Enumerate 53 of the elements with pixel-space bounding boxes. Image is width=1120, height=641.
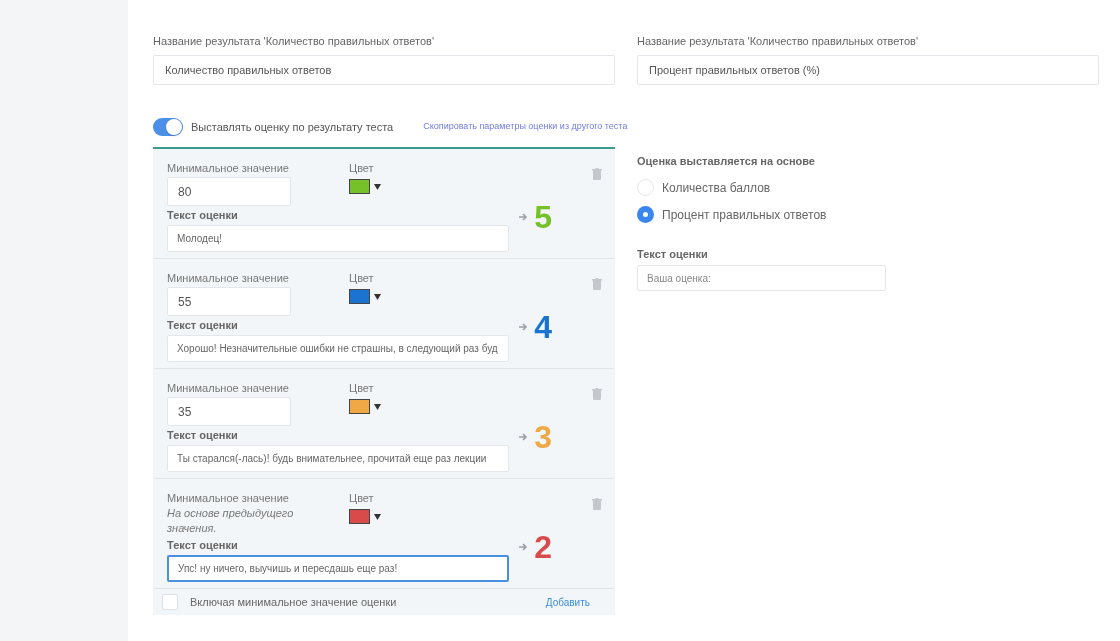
color-swatch[interactable] bbox=[349, 179, 370, 194]
color-swatch[interactable] bbox=[349, 509, 370, 524]
toggle-label: Выставлять оценку по результату теста bbox=[191, 119, 394, 135]
grade-number: 3 bbox=[534, 419, 552, 454]
color-label: Цвет bbox=[349, 161, 375, 175]
copy-settings-link[interactable]: Скопировать параметры оценки из другого теста bbox=[423, 120, 628, 134]
min-value-field[interactable]: 55 bbox=[167, 287, 291, 316]
color-label: Цвет bbox=[349, 381, 375, 395]
field-label: Минимальное значение bbox=[167, 491, 290, 505]
grade-number: 4 bbox=[534, 309, 552, 344]
dropdown-caret-icon[interactable] bbox=[374, 293, 381, 300]
field-label: Минимальное значение bbox=[167, 381, 290, 395]
field-label: Текст оценки bbox=[167, 538, 239, 552]
section-heading: Оценка выставляется на основе bbox=[637, 154, 816, 169]
add-link[interactable]: Добавить bbox=[545, 594, 590, 610]
color-label: Цвет bbox=[349, 271, 375, 285]
min-value-field[interactable]: 35 bbox=[167, 397, 291, 426]
field-label: Минимальное значение bbox=[167, 271, 290, 285]
field-label: Текст оценки bbox=[167, 208, 239, 222]
arrow-icon bbox=[519, 542, 529, 551]
field-label: Название результата 'Количество правильных ответов' bbox=[637, 34, 919, 48]
radio-button[interactable] bbox=[637, 179, 654, 196]
min-value-field[interactable]: 80 bbox=[167, 177, 291, 206]
arrow-icon bbox=[519, 212, 529, 221]
derived-value-note: На основе предыдущего значения. bbox=[167, 506, 295, 536]
grade-text-field[interactable]: Молодец! bbox=[167, 225, 509, 252]
field-label: Текст оценки bbox=[167, 428, 239, 442]
radio-label: Процент правильных ответов bbox=[662, 206, 827, 224]
color-swatch[interactable] bbox=[349, 399, 370, 414]
dropdown-caret-icon[interactable] bbox=[374, 403, 381, 410]
dropdown-caret-icon[interactable] bbox=[374, 513, 381, 520]
grade-text-field[interactable]: Ваша оценка: bbox=[637, 265, 886, 291]
field-label: Текст оценки bbox=[167, 318, 239, 332]
field-label: Текст оценки bbox=[637, 246, 709, 262]
radio-button[interactable] bbox=[637, 206, 654, 223]
result-name-field[interactable]: Количество правильных ответов bbox=[153, 55, 615, 85]
color-swatch[interactable] bbox=[349, 289, 370, 304]
grade-text-field[interactable]: Ты старался(-лась)! будь внимательнее, прочитай еще раз лекции bbox=[167, 445, 509, 472]
dropdown-caret-icon[interactable] bbox=[374, 183, 381, 190]
field-label: Минимальное значение bbox=[167, 161, 290, 175]
checkbox-label: Включая минимальное значение оценки bbox=[190, 595, 397, 610]
result-name-field[interactable]: Процент правильных ответов (%) bbox=[637, 55, 1099, 85]
field-label: Название результата 'Количество правильных ответов' bbox=[153, 34, 435, 48]
grade-text-field[interactable]: Упс! ну ничего, выучишь и пересдашь еще раз! bbox=[167, 555, 509, 582]
checkbox[interactable] bbox=[162, 594, 178, 611]
radio-label: Количества баллов bbox=[662, 179, 771, 197]
grade-number: 2 bbox=[534, 529, 552, 564]
arrow-icon bbox=[519, 322, 529, 331]
grade-number: 5 bbox=[534, 199, 552, 234]
color-label: Цвет bbox=[349, 491, 375, 505]
grade-text-field[interactable]: Хорошо! Незначительные ошибки не страшны, в следующий раз буд bbox=[167, 335, 509, 362]
arrow-icon bbox=[519, 432, 529, 441]
toggle-switch[interactable] bbox=[153, 118, 183, 136]
